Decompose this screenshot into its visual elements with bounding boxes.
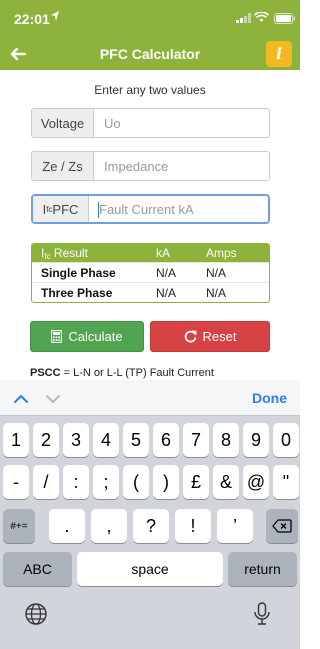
key-question[interactable]: ? bbox=[133, 509, 169, 543]
key-0[interactable]: 0 bbox=[273, 423, 299, 457]
fault-current-field[interactable]: Ifc PFC Fault Current kA bbox=[31, 194, 270, 224]
key-5[interactable]: 5 bbox=[123, 423, 149, 457]
page-title: PFC Calculator bbox=[99, 46, 201, 62]
row-ka-value: N/A bbox=[156, 265, 177, 280]
key-quote[interactable]: " bbox=[273, 465, 299, 499]
wifi-icon bbox=[254, 12, 269, 22]
key-ampersand[interactable]: & bbox=[213, 465, 239, 499]
backspace-icon bbox=[272, 519, 292, 533]
key-2[interactable]: 2 bbox=[33, 423, 59, 457]
cellular-signal-icon bbox=[236, 13, 251, 23]
abc-key[interactable]: ABC bbox=[3, 552, 72, 586]
keyboard: Done 1 2 3 4 5 6 7 8 9 0 - / : ; ( ) £ &… bbox=[0, 380, 300, 649]
fault-current-placeholder: Fault Current kA bbox=[99, 201, 194, 217]
calculate-label: Calculate bbox=[68, 329, 123, 344]
key-7[interactable]: 7 bbox=[183, 423, 209, 457]
status-bar: 22:01 bbox=[0, 0, 300, 38]
key-close-paren[interactable]: ) bbox=[153, 465, 179, 499]
pscc-note: PSCC = L-N or L-L (TP) Fault Current bbox=[30, 367, 214, 379]
key-more-symbols[interactable]: #+= bbox=[3, 509, 35, 543]
battery-icon bbox=[274, 13, 295, 24]
keyboard-toolbar: Done bbox=[0, 380, 300, 416]
voltage-field[interactable]: Voltage Uo bbox=[31, 108, 270, 138]
text-cursor bbox=[98, 202, 99, 218]
return-key[interactable]: return bbox=[228, 552, 297, 586]
impedance-input[interactable]: Impedance bbox=[94, 152, 269, 180]
chevron-up-icon[interactable] bbox=[12, 390, 30, 408]
impedance-field[interactable]: Ze / Zs Impedance bbox=[31, 151, 270, 181]
key-semicolon[interactable]: ; bbox=[93, 465, 119, 499]
results-header-ka: kA bbox=[156, 246, 171, 260]
key-hyphen[interactable]: - bbox=[3, 465, 29, 499]
key-1[interactable]: 1 bbox=[3, 423, 29, 457]
key-pound[interactable]: £ bbox=[183, 465, 209, 499]
key-period[interactable]: . bbox=[49, 509, 85, 543]
fault-current-label: Ifc PFC bbox=[33, 196, 89, 222]
row-amps-value: N/A bbox=[206, 265, 227, 280]
space-key[interactable]: space bbox=[77, 552, 223, 586]
reset-label: Reset bbox=[202, 329, 237, 344]
key-9[interactable]: 9 bbox=[243, 423, 269, 457]
refresh-icon bbox=[184, 330, 196, 343]
instruction-text: Enter any two values bbox=[94, 83, 206, 97]
results-table: Ifc Result kA Amps Single Phase N/A N/A … bbox=[31, 243, 270, 303]
key-slash[interactable]: / bbox=[33, 465, 59, 499]
key-4[interactable]: 4 bbox=[93, 423, 119, 457]
backspace-key[interactable] bbox=[266, 509, 298, 543]
calculator-icon bbox=[51, 330, 63, 343]
key-at[interactable]: @ bbox=[243, 465, 269, 499]
row-amps-value: N/A bbox=[206, 285, 227, 300]
chevron-down-icon[interactable] bbox=[44, 390, 62, 408]
navigation-bar: PFC Calculator i bbox=[0, 38, 300, 70]
results-header: Ifc Result kA Amps bbox=[32, 244, 269, 262]
key-6[interactable]: 6 bbox=[153, 423, 179, 457]
location-arrow-icon bbox=[51, 11, 59, 21]
voltage-label: Voltage bbox=[32, 109, 94, 137]
key-8[interactable]: 8 bbox=[213, 423, 239, 457]
key-3[interactable]: 3 bbox=[63, 423, 89, 457]
row-label: Single Phase bbox=[41, 265, 116, 280]
globe-icon[interactable] bbox=[24, 602, 48, 626]
key-comma[interactable]: , bbox=[91, 509, 127, 543]
key-colon[interactable]: : bbox=[63, 465, 89, 499]
row-ka-value: N/A bbox=[156, 285, 177, 300]
fault-current-input[interactable]: Fault Current kA bbox=[89, 196, 268, 222]
results-header-amps: Amps bbox=[206, 246, 237, 260]
row-label: Three Phase bbox=[41, 285, 113, 300]
done-button[interactable]: Done bbox=[252, 390, 287, 406]
impedance-label: Ze / Zs bbox=[32, 152, 94, 180]
key-exclamation[interactable]: ! bbox=[175, 509, 211, 543]
info-button[interactable]: i bbox=[266, 41, 292, 67]
status-time: 22:01 bbox=[14, 11, 50, 27]
reset-button[interactable]: Reset bbox=[150, 321, 270, 352]
microphone-icon[interactable] bbox=[252, 602, 272, 626]
voltage-input[interactable]: Uo bbox=[94, 109, 269, 137]
key-open-paren[interactable]: ( bbox=[123, 465, 149, 499]
results-header-label: Ifc Result bbox=[41, 245, 88, 261]
calculate-button[interactable]: Calculate bbox=[30, 321, 144, 352]
table-row: Single Phase N/A N/A bbox=[32, 262, 269, 282]
table-row: Three Phase N/A N/A bbox=[32, 282, 269, 302]
key-apostrophe[interactable]: ’ bbox=[217, 509, 253, 543]
